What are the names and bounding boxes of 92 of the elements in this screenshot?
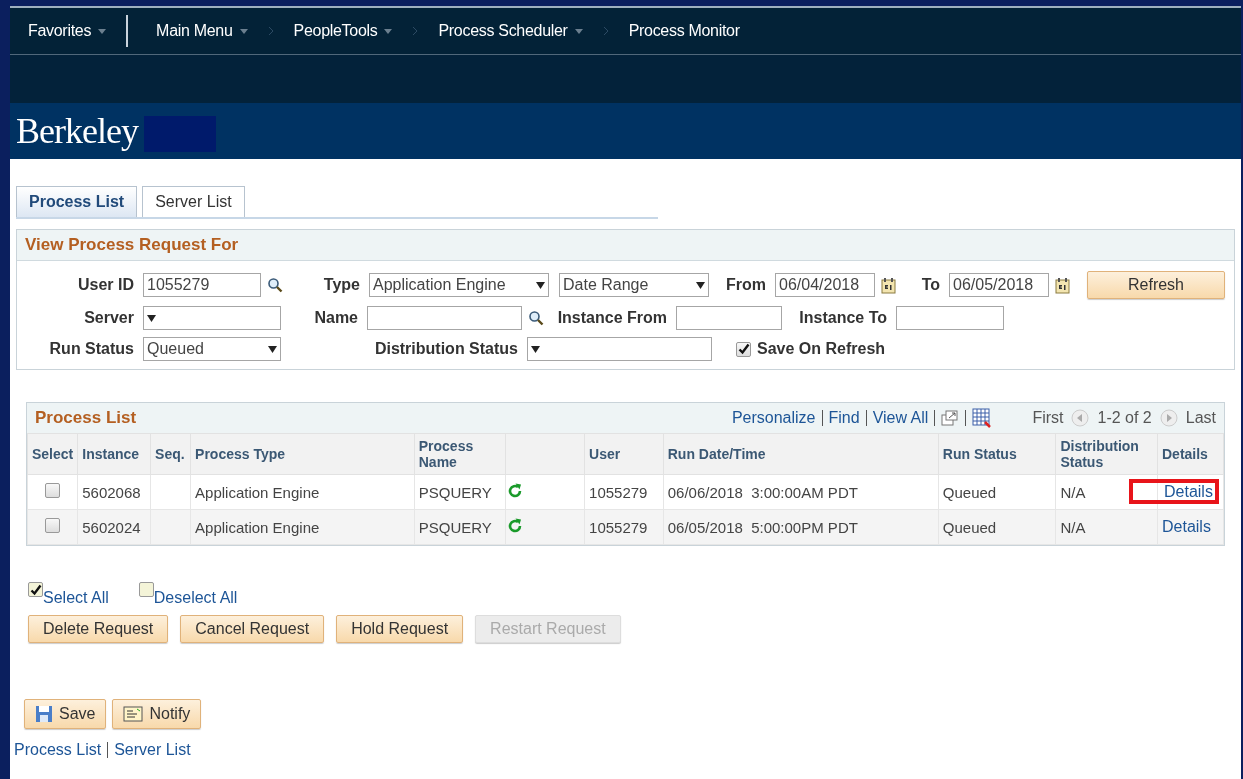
details-link[interactable]: Details xyxy=(1132,482,1216,501)
grid-link[interactable]: Find xyxy=(828,409,860,427)
tab[interactable]: Server List xyxy=(142,186,245,217)
text-field[interactable]: 1055279 xyxy=(143,273,261,297)
column-header: Run Status xyxy=(942,446,1017,462)
field-label: To xyxy=(920,276,941,294)
dropdown-field[interactable] xyxy=(143,306,281,330)
popout-icon[interactable] xyxy=(941,410,960,426)
field-label: Server xyxy=(83,309,135,327)
column-header: Process Name xyxy=(418,438,474,470)
tab[interactable]: Process List xyxy=(16,186,138,217)
dropdown-field[interactable]: Queued xyxy=(143,337,281,361)
field-label: Instance To xyxy=(798,309,888,327)
table-cell: 06/05/2018 5:00:00PM PDT xyxy=(667,518,858,536)
search-icon[interactable] xyxy=(528,310,544,326)
dropdown-arrow-icon xyxy=(268,345,277,353)
dropdown-arrow-icon xyxy=(696,281,705,289)
footer-link[interactable]: Process List xyxy=(14,741,102,759)
text-field[interactable] xyxy=(367,306,522,330)
select-link[interactable]: Select All xyxy=(43,589,109,607)
pager-first[interactable]: First xyxy=(1032,409,1064,427)
table-cell: Application Engine xyxy=(195,518,320,536)
field-label: Instance From xyxy=(556,309,668,327)
toolbar-button[interactable]: Save xyxy=(24,699,107,729)
nav-menu-item[interactable]: Process Scheduler xyxy=(438,22,583,40)
table-cell: N/A xyxy=(1060,518,1086,536)
grid-link[interactable]: View All xyxy=(872,409,929,427)
brand-logo-text: Berkeley xyxy=(16,110,138,152)
table-cell: 5602068 xyxy=(82,483,141,501)
field-label: Distribution Status xyxy=(373,340,519,358)
grid-title: Process List xyxy=(35,408,138,428)
date-field[interactable]: 06/04/2018 xyxy=(775,273,875,297)
field-label: Run Status xyxy=(48,340,135,358)
dropdown-arrow-icon xyxy=(536,281,545,289)
spreadsheet-icon[interactable] xyxy=(972,408,993,428)
checkbox[interactable] xyxy=(45,483,61,498)
table-cell: Application Engine xyxy=(195,483,320,501)
checkbox[interactable] xyxy=(736,341,751,357)
search-icon[interactable] xyxy=(267,277,283,293)
action-button[interactable]: Delete Request xyxy=(28,615,169,643)
column-header: Seq. xyxy=(155,446,185,462)
column-header: Details xyxy=(1162,446,1208,462)
table-cell: N/A xyxy=(1060,483,1086,501)
column-header: Run Date/Time xyxy=(667,446,766,462)
pager-last[interactable]: Last xyxy=(1185,409,1216,427)
table-cell: 06/06/2018 3:00:00AM PDT xyxy=(667,483,858,501)
nav-menu-item[interactable]: PeopleTools xyxy=(293,22,393,40)
text-field[interactable] xyxy=(896,306,1004,330)
field-label: User ID xyxy=(76,276,135,294)
dropdown-field[interactable]: Application Engine xyxy=(369,273,549,297)
dropdown-field[interactable]: Date Range xyxy=(559,273,709,297)
next-icon[interactable] xyxy=(1159,409,1178,427)
dropdown-field[interactable] xyxy=(527,337,712,361)
table-cell: 1055279 xyxy=(589,518,648,536)
field-label: From xyxy=(725,276,767,294)
checkbox-icon[interactable] xyxy=(28,582,43,597)
table-cell: 5602024 xyxy=(82,518,141,536)
previous-icon[interactable] xyxy=(1071,409,1090,427)
column-header: Select xyxy=(32,446,74,462)
table-cell: Queued xyxy=(942,518,997,536)
refresh-button[interactable]: Refresh xyxy=(1087,271,1225,299)
checkbox-icon[interactable] xyxy=(138,582,154,597)
table-cell: 1055279 xyxy=(589,483,648,501)
pager-range: 1-2 of 2 xyxy=(1097,409,1152,427)
nav-menu-item[interactable]: Process Monitor xyxy=(628,22,740,40)
column-header: Distribution Status xyxy=(1060,438,1139,470)
text-field[interactable] xyxy=(676,306,782,330)
calendar-icon[interactable] xyxy=(881,276,897,294)
column-header: Instance xyxy=(82,446,140,462)
section-header: View Process Request For xyxy=(17,230,1234,261)
dropdown-arrow-icon xyxy=(531,345,540,353)
grid-link[interactable]: Personalize xyxy=(731,409,816,427)
table-cell: Queued xyxy=(942,483,997,501)
select-link[interactable]: Deselect All xyxy=(153,589,238,607)
footer-link[interactable]: Server List xyxy=(114,741,191,759)
nav-menu-item[interactable]: Main Menu xyxy=(156,22,248,40)
action-button[interactable]: Hold Request xyxy=(336,615,464,643)
column-header: Process Type xyxy=(195,446,286,462)
calendar-icon[interactable] xyxy=(1055,276,1071,294)
field-label: Name xyxy=(313,309,359,327)
dropdown-arrow-icon xyxy=(147,314,156,322)
toolbar-button[interactable]: Notify xyxy=(112,699,202,729)
checkbox-label: Save On Refresh xyxy=(757,340,887,358)
nav-menu-item[interactable]: Favorites xyxy=(28,22,107,40)
note-icon xyxy=(123,706,144,722)
table-cell: PSQUERY xyxy=(418,483,492,501)
column-header: User xyxy=(589,446,621,462)
table-cell: PSQUERY xyxy=(418,518,492,536)
action-button[interactable]: Cancel Request xyxy=(180,615,325,643)
date-field[interactable]: 06/05/2018 xyxy=(949,273,1049,297)
checkbox[interactable] xyxy=(45,518,61,533)
field-label: Type xyxy=(322,276,361,294)
